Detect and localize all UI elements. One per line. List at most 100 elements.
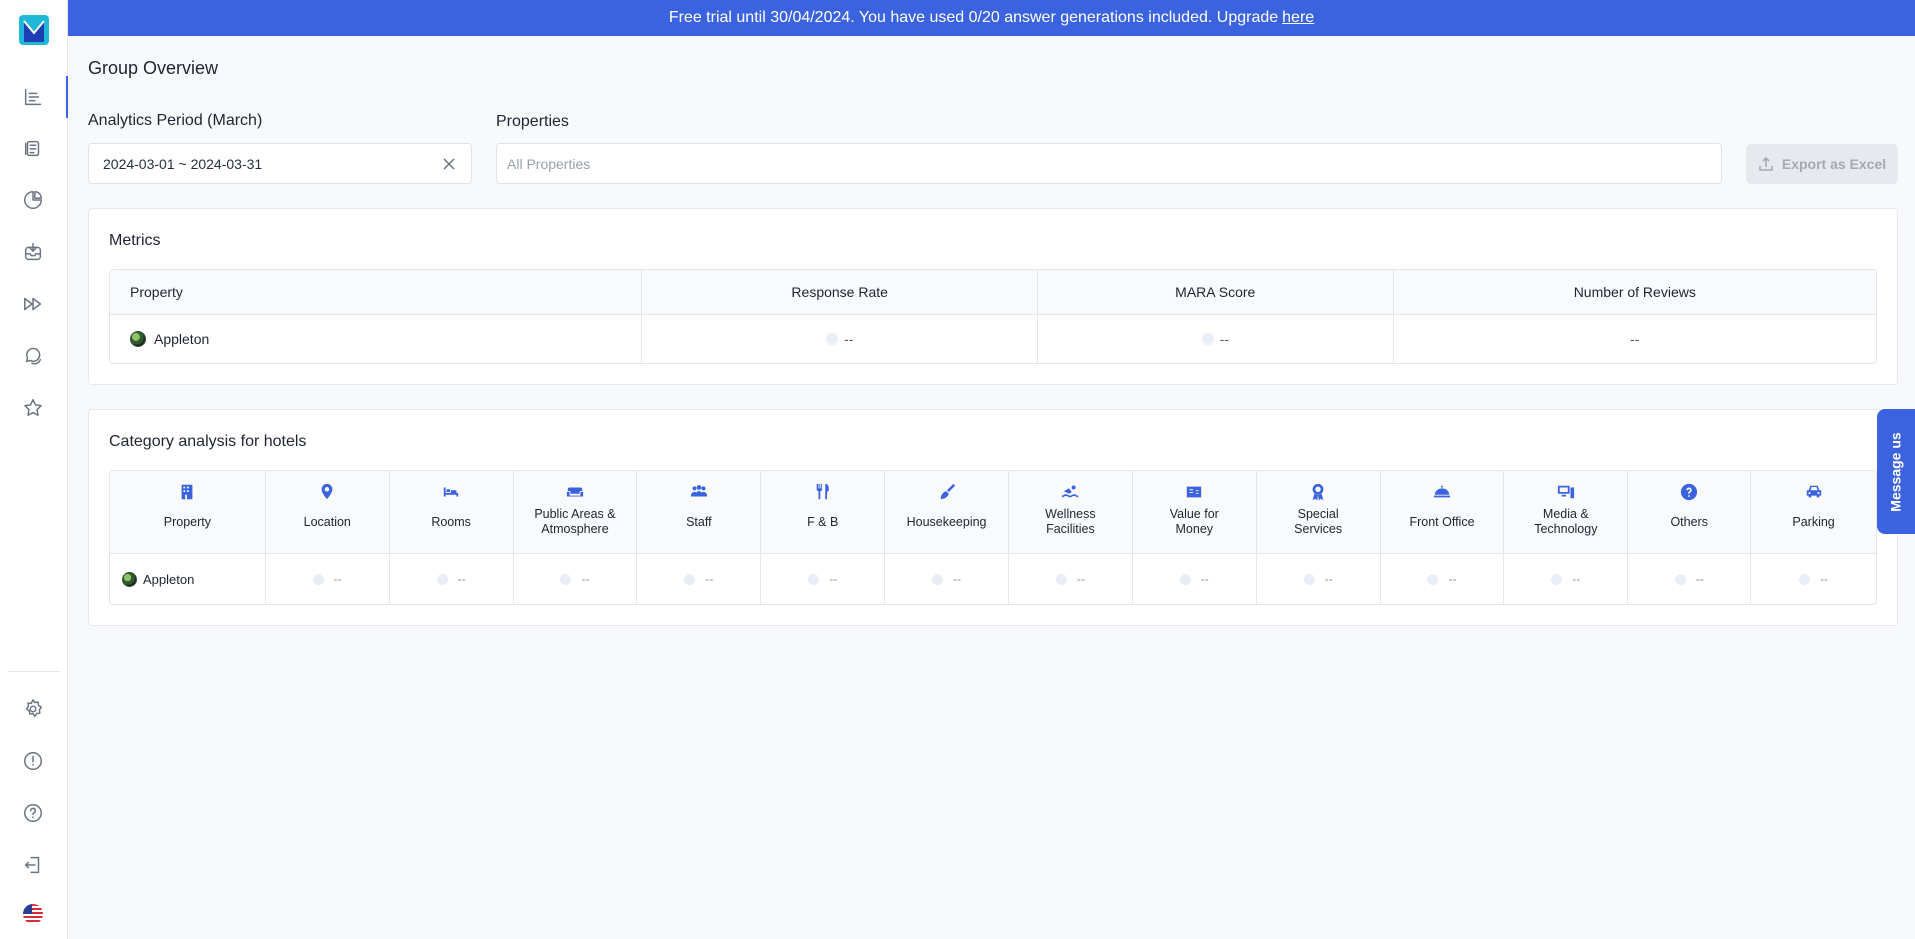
status-dot [1551,573,1563,585]
property-name: Appleton [143,571,195,587]
score-value: -- [1820,572,1829,586]
page-title: Group Overview [88,58,219,78]
status-dot [1055,573,1067,585]
status-dot [826,333,839,345]
column-header-label: Media & Technology [1534,507,1598,536]
location-pin-icon [318,483,336,501]
active-nav-indicator [66,76,68,118]
col-front-office: Front Office [1381,471,1505,553]
category-score-cell: -- [1628,554,1752,604]
message-us-button[interactable]: Message us [1877,409,1915,534]
analytics-period-label: Analytics Period (March) [88,112,263,129]
score-value: -- [1572,572,1581,586]
utensils-icon [814,483,832,501]
category-score-cell: -- [266,554,390,604]
app-logo[interactable] [19,15,49,45]
column-header-label: Staff [686,514,712,529]
swimmer-icon [1061,483,1079,501]
settings-icon[interactable] [20,696,46,722]
analytics-icon[interactable] [20,84,46,110]
date-range-input[interactable]: 2024-03-01 ~ 2024-03-31 [88,143,472,184]
response-rate-value: -- [844,331,854,347]
metrics-header-row: Property Response Rate MARA Score Number… [110,270,1876,315]
response-rate-cell: -- [642,315,1038,363]
col-f-and-b: F & B [761,471,886,553]
export-excel-button[interactable]: Export as Excel [1746,144,1898,184]
score-value: -- [1076,572,1085,586]
car-icon [1805,483,1823,501]
pie-chart-icon[interactable] [20,187,46,213]
column-header-label: Wellness Facilities [1045,507,1096,536]
status-dot [684,573,696,585]
column-header-label: Public Areas & Atmosphere [534,507,616,536]
score-value: -- [581,572,590,586]
col-housekeeping: Housekeeping [885,471,1009,553]
star-icon[interactable] [20,395,46,421]
metrics-card: Metrics Property Response Rate MARA Scor… [88,208,1898,385]
help-icon[interactable] [20,800,46,826]
category-score-cell: -- [1504,554,1629,604]
chat-icon[interactable] [20,343,46,369]
reviews-cell: -- [1394,315,1876,363]
inbox-icon[interactable] [20,239,46,265]
status-dot [1303,573,1315,585]
trial-banner: Free trial until 30/04/2024. You have us… [68,0,1915,36]
alert-icon[interactable] [20,748,46,774]
building-icon [178,483,196,501]
col-parking: Parking [1751,471,1876,553]
status-dot [808,573,820,585]
category-score-cell: -- [1133,554,1257,604]
score-value: -- [705,572,714,586]
category-score-cell: -- [885,554,1009,604]
col-mara-score: MARA Score [1038,270,1394,314]
status-dot [436,573,448,585]
score-value: -- [1324,572,1333,586]
col-location: Location [266,471,390,553]
fast-forward-icon[interactable] [20,291,46,317]
column-header-label: Property [163,514,212,529]
category-title: Category analysis for hotels [109,433,307,450]
category-score-cell: -- [761,554,886,604]
logout-icon[interactable] [20,852,46,878]
metrics-title: Metrics [109,232,161,249]
col-public-areas-and-atmosphere: Public Areas & Atmosphere [514,471,638,553]
properties-select[interactable]: All Properties [496,143,1722,184]
score-value: -- [333,572,342,586]
category-score-cell: -- [1381,554,1505,604]
column-header-label: Rooms [431,514,471,529]
category-score-cell: -- [1751,554,1876,604]
category-score-cell: -- [390,554,514,604]
money-icon [1185,483,1203,501]
export-label: Export as Excel [1781,156,1887,172]
status-dot [1201,333,1214,345]
category-table: Property Location Rooms Public Areas & Atmo… [109,470,1877,605]
reviews-icon[interactable] [20,135,46,161]
score-value: -- [457,572,466,586]
upload-icon [1759,156,1773,171]
col-special-services: Special Services [1257,471,1381,553]
broom-icon [938,483,956,501]
score-value: -- [829,572,838,586]
status-dot [560,573,572,585]
mara-score-cell: -- [1038,315,1394,363]
sidebar-divider [8,671,60,672]
status-dot [1799,573,1811,585]
property-cell: Appleton [110,315,643,363]
people-icon [690,483,708,501]
clear-icon[interactable] [441,156,457,172]
category-header-row: Property Location Rooms Public Areas & Atmo… [110,471,1876,554]
upgrade-link[interactable]: here [1282,9,1314,27]
status-dot [1427,573,1439,585]
category-score-cell: -- [1257,554,1381,604]
trial-banner-text: Free trial until 30/04/2024. You have us… [668,9,1279,26]
us-flag-icon[interactable] [20,901,46,927]
col-others: Others [1628,471,1752,553]
sofa-icon [566,483,584,501]
col-staff: Staff [637,471,762,553]
column-header-label: Others [1670,514,1708,529]
score-value: -- [1200,572,1209,586]
status-dot [932,573,944,585]
properties-placeholder: All Properties [507,155,591,172]
table-row: Appleton -- -- -- [110,315,1876,363]
question-icon [1680,483,1698,501]
